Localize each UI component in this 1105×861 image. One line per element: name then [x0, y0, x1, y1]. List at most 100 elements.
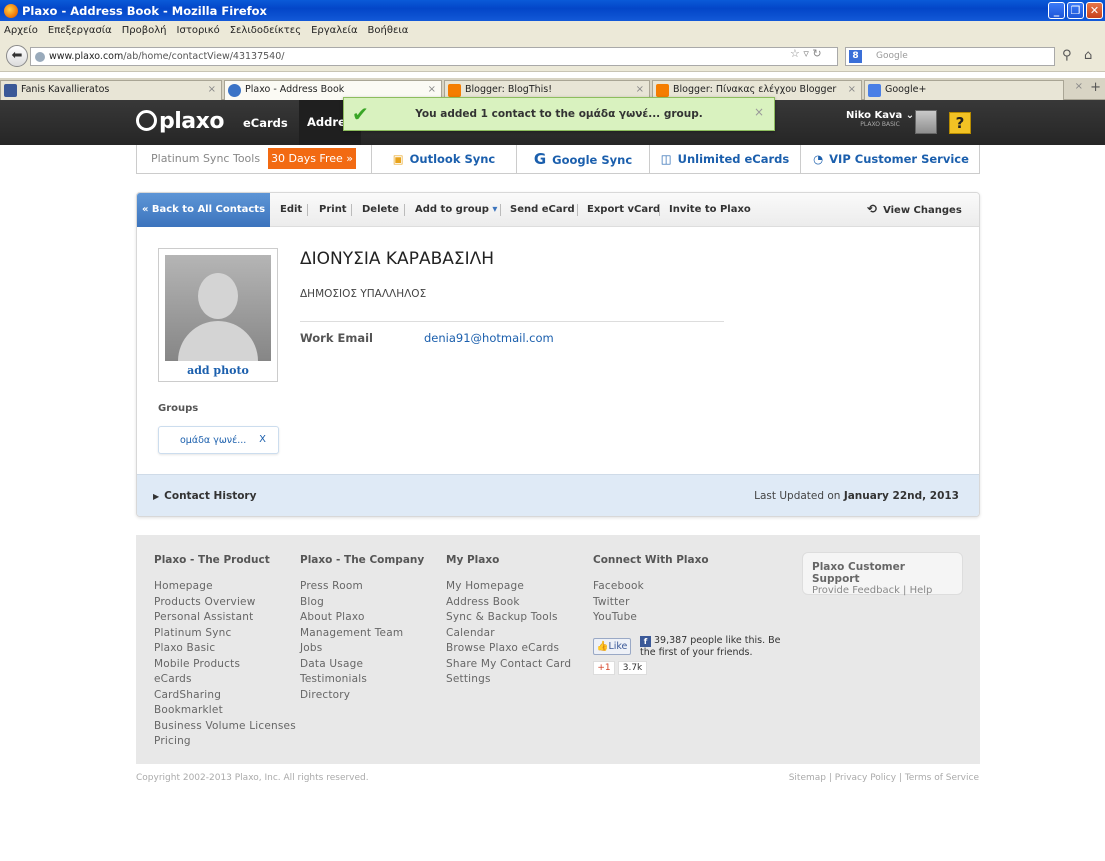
thumbs-up-icon: 👍: [596, 641, 609, 652]
footer-link[interactable]: Plaxo Basic: [154, 641, 296, 657]
footer-link[interactable]: Facebook: [593, 579, 709, 595]
social-widgets: 👍Like f 39,387 people like this. Be the f…: [593, 635, 793, 675]
back-to-contacts-button[interactable]: « Back to All Contacts: [137, 193, 270, 227]
platinum-label: Platinum Sync Tools: [151, 152, 261, 165]
footer-link[interactable]: CardSharing: [154, 688, 296, 704]
footer-link[interactable]: Data Usage: [300, 657, 424, 673]
minimize-button[interactable]: _: [1048, 2, 1065, 19]
footer-link[interactable]: Twitter: [593, 595, 709, 611]
footer-link[interactable]: Settings: [446, 672, 571, 688]
footer-link[interactable]: Pricing: [154, 734, 296, 750]
tab-close-icon[interactable]: ×: [848, 81, 856, 99]
footer-link[interactable]: Mobile Products: [154, 657, 296, 673]
blogger-icon: [448, 84, 461, 97]
footer-link[interactable]: Jobs: [300, 641, 424, 657]
bookmark-star-icon[interactable]: ☆ ▿ ↻: [790, 47, 822, 60]
navigation-toolbar: ⬅ www.plaxo.com/ab/home/contactView/4313…: [0, 40, 1105, 72]
google-icon: [868, 84, 881, 97]
contact-history-toggle[interactable]: ▶ Contact History: [153, 490, 256, 502]
footer-link[interactable]: Blog: [300, 595, 424, 611]
menu-bookmarks[interactable]: Σελιδοδείκτες: [230, 25, 301, 36]
legal-links[interactable]: Sitemap | Privacy Policy | Terms of Serv…: [789, 773, 979, 783]
history-icon: ⟲: [867, 202, 878, 216]
menu-history[interactable]: Ιστορικό: [177, 25, 220, 36]
free-trial-button[interactable]: 30 Days Free »: [268, 148, 356, 169]
menu-view[interactable]: Προβολή: [122, 25, 167, 36]
google-g-icon: G: [533, 150, 547, 168]
footer-link[interactable]: YouTube: [593, 610, 709, 626]
unlimited-ecards-link[interactable]: ◫ Unlimited eCards: [649, 145, 800, 173]
footer-heading: Plaxo - The Product: [154, 554, 270, 566]
plaxo-logo[interactable]: plaxo: [136, 109, 224, 134]
view-changes-button[interactable]: ⟲ View Changes: [867, 202, 962, 216]
invite-button[interactable]: Invite to Plaxo: [669, 204, 751, 215]
send-ecard-button[interactable]: Send eCard: [510, 204, 575, 215]
add-photo-link[interactable]: add photo: [159, 364, 277, 377]
footer-heading: Plaxo - The Company: [300, 554, 425, 566]
footer-link[interactable]: Address Book: [446, 595, 571, 611]
footer-link[interactable]: Share My Contact Card: [446, 657, 571, 673]
footer-link[interactable]: About Plaxo: [300, 610, 424, 626]
menu-edit[interactable]: Επεξεργασία: [48, 25, 112, 36]
facebook-like-button[interactable]: 👍Like: [593, 638, 631, 655]
footer-link[interactable]: Press Room: [300, 579, 424, 595]
tab-close-icon[interactable]: ×: [208, 81, 216, 99]
headset-icon: ◔: [813, 152, 824, 166]
footer-link[interactable]: eCards: [154, 672, 296, 688]
footer-link[interactable]: Testimonials: [300, 672, 424, 688]
footer-link[interactable]: Browse Plaxo eCards: [446, 641, 571, 657]
footer-link[interactable]: Directory: [300, 688, 424, 704]
close-window-button[interactable]: ✕: [1086, 2, 1103, 19]
google-search-icon: 8: [849, 50, 862, 63]
footer-link[interactable]: Products Overview: [154, 595, 296, 611]
search-input[interactable]: 8 Google: [845, 47, 1055, 66]
menu-tools[interactable]: Εργαλεία: [311, 25, 357, 36]
group-name[interactable]: ομάδα γωνέ...: [180, 435, 246, 446]
footer-link[interactable]: Personal Assistant: [154, 610, 296, 626]
footer-link[interactable]: Business Volume Licenses: [154, 719, 296, 735]
search-magnifier-icon[interactable]: ⚲: [1062, 48, 1072, 63]
export-vcard-button[interactable]: Export vCard: [587, 204, 660, 215]
google-plus-button[interactable]: +1: [593, 661, 615, 675]
copyright: Copyright 2002-2013 Plaxo, Inc. All righ…: [136, 773, 369, 783]
footer-link[interactable]: Homepage: [154, 579, 296, 595]
user-menu[interactable]: Niko Kava ⌄ PLAXO BASIC: [846, 110, 914, 128]
help-button[interactable]: ?: [949, 112, 971, 134]
print-button[interactable]: Print: [319, 204, 347, 215]
support-links[interactable]: Provide Feedback | Help: [812, 585, 953, 596]
home-icon[interactable]: ⌂: [1084, 48, 1092, 63]
avatar[interactable]: [915, 110, 937, 134]
footer-link[interactable]: Management Team: [300, 626, 424, 642]
email-link[interactable]: denia91@hotmail.com: [424, 331, 554, 345]
footer-link[interactable]: Bookmarklet: [154, 703, 296, 719]
delete-button[interactable]: Delete: [362, 204, 399, 215]
footer-col-company: Plaxo - The Company Press Room Blog Abou…: [300, 554, 424, 703]
maximize-button[interactable]: ❐: [1067, 2, 1084, 19]
url-bar[interactable]: www.plaxo.com/ab/home/contactView/431375…: [30, 47, 838, 66]
tab-facebook[interactable]: Fanis Kavallieratos ×: [0, 80, 222, 100]
contact-photo: add photo: [158, 248, 278, 382]
add-to-group-button[interactable]: Add to group ▾: [415, 204, 497, 215]
last-updated: Last Updated on January 22nd, 2013: [754, 490, 959, 502]
edit-button[interactable]: Edit: [280, 204, 302, 215]
footer-link[interactable]: Sync & Backup Tools: [446, 610, 571, 626]
window-titlebar: Plaxo - Address Book - Mozilla Firefox _…: [0, 0, 1105, 21]
back-button[interactable]: ⬅: [6, 45, 28, 67]
close-icon[interactable]: ×: [754, 105, 764, 119]
footer-link[interactable]: Calendar: [446, 626, 571, 642]
google-sync-link[interactable]: G Google Sync: [516, 145, 649, 173]
footer-link[interactable]: Platinum Sync: [154, 626, 296, 642]
notification-message: You added 1 contact to the ομάδα γωνέ...…: [415, 108, 703, 120]
new-tab-button[interactable]: +: [1090, 80, 1101, 95]
vip-service-link[interactable]: ◔ VIP Customer Service: [800, 145, 981, 173]
outlook-sync-link[interactable]: ▣ Outlook Sync: [371, 145, 516, 173]
menu-help[interactable]: Βοήθεια: [368, 25, 409, 36]
remove-group-button[interactable]: X: [259, 434, 266, 445]
tab-close-icon[interactable]: ×: [1075, 81, 1083, 92]
menu-file[interactable]: Αρχείο: [4, 25, 38, 36]
nav-ecards[interactable]: eCards: [243, 116, 288, 130]
tab-label: Plaxo - Address Book: [245, 84, 345, 95]
tab-googleplus[interactable]: Google+: [864, 80, 1064, 100]
contact-name: ΔΙΟΝΥΣΙΑ ΚΑΡΑΒΑΣΙΛΗ: [300, 249, 495, 269]
footer-link[interactable]: My Homepage: [446, 579, 571, 595]
